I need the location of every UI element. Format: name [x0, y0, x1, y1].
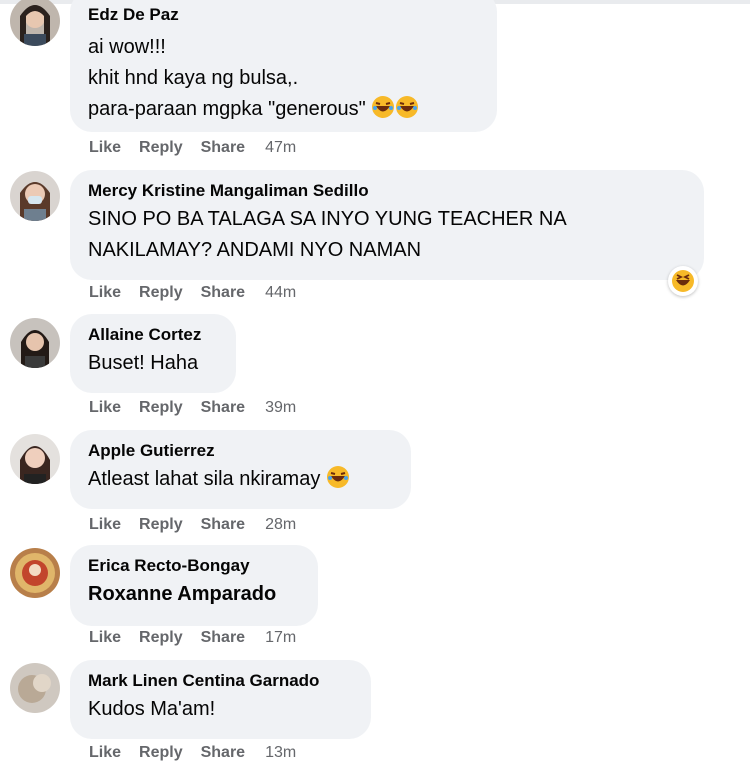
- comment-text-line: Kudos Ma'am!: [88, 698, 216, 720]
- avatar[interactable]: [10, 663, 60, 713]
- comment-bubble: Allaine Cortez Buset! Haha: [70, 314, 236, 393]
- comment-bubble: Mercy Kristine Mangaliman Sedillo SINO P…: [70, 170, 704, 280]
- avatar[interactable]: [10, 171, 60, 221]
- reply-button[interactable]: Reply: [139, 629, 183, 647]
- comment-text-line: Atleast lahat sila nkiramay: [88, 464, 393, 495]
- reply-button[interactable]: Reply: [139, 744, 183, 762]
- avatar[interactable]: [10, 548, 60, 598]
- haha-reaction-icon: [672, 270, 694, 292]
- like-button[interactable]: Like: [89, 284, 121, 302]
- comment-author[interactable]: Apple Gutierrez: [88, 440, 393, 462]
- avatar[interactable]: [10, 434, 60, 484]
- comment-bubble: Apple Gutierrez Atleast lahat sila nkira…: [70, 430, 411, 509]
- laughing-emoji-icon: [372, 96, 395, 118]
- comment-author[interactable]: Erica Recto-Bongay: [88, 555, 300, 577]
- reply-button[interactable]: Reply: [139, 139, 183, 157]
- comment-bubble: Erica Recto-Bongay Roxanne Amparado: [70, 545, 318, 626]
- reply-button[interactable]: Reply: [139, 399, 183, 417]
- share-button[interactable]: Share: [201, 629, 245, 647]
- laughing-emoji-icon: [326, 466, 349, 488]
- comment-timestamp[interactable]: 39m: [265, 399, 296, 417]
- comment-actions: Like Reply Share 28m: [89, 516, 314, 534]
- comment-actions: Like Reply Share 17m: [89, 629, 314, 647]
- haha-reaction-badge[interactable]: [668, 266, 698, 296]
- comment-timestamp[interactable]: 17m: [265, 629, 296, 647]
- comment-text-segment: para-paraan mgpka "generous": [88, 98, 366, 120]
- comment-timestamp[interactable]: 44m: [265, 284, 296, 302]
- like-button[interactable]: Like: [89, 744, 121, 762]
- comment-bubble: Edz De Paz ai wow!!! khit hnd kaya ng bu…: [70, 0, 497, 132]
- comment-author[interactable]: Mark Linen Centina Garnado: [88, 670, 353, 692]
- comment-actions: Like Reply Share 47m: [89, 139, 314, 157]
- reply-button[interactable]: Reply: [139, 284, 183, 302]
- share-button[interactable]: Share: [201, 139, 245, 157]
- avatar[interactable]: [10, 0, 60, 46]
- comment-author[interactable]: Edz De Paz: [88, 4, 479, 26]
- comment-bubble: Mark Linen Centina Garnado Kudos Ma'am!: [70, 660, 371, 739]
- tagged-user-link[interactable]: Roxanne Amparado: [88, 579, 300, 610]
- comment-text-segment: Atleast lahat sila nkiramay: [88, 468, 321, 490]
- comment-text-line: ai wow!!!: [88, 36, 166, 58]
- comment-text-line: SINO PO BA TALAGA SA INYO YUNG TEACHER N…: [88, 208, 567, 230]
- comment-timestamp[interactable]: 28m: [265, 516, 296, 534]
- comment-text-line: khit hnd kaya ng bulsa,.: [88, 67, 299, 89]
- comment-timestamp[interactable]: 13m: [265, 744, 296, 762]
- like-button[interactable]: Like: [89, 139, 121, 157]
- comment-author[interactable]: Allaine Cortez: [88, 324, 218, 346]
- share-button[interactable]: Share: [201, 516, 245, 534]
- share-button[interactable]: Share: [201, 744, 245, 762]
- like-button[interactable]: Like: [89, 629, 121, 647]
- like-button[interactable]: Like: [89, 399, 121, 417]
- laughing-emoji-icon: [396, 96, 419, 118]
- comment-text-line: NAKILAMAY? ANDAMI NYO NAMAN: [88, 239, 422, 261]
- comment-author[interactable]: Mercy Kristine Mangaliman Sedillo: [88, 180, 686, 202]
- comment-text-line: Buset! Haha: [88, 352, 199, 374]
- comment-actions: Like Reply Share 39m: [89, 399, 314, 417]
- like-button[interactable]: Like: [89, 516, 121, 534]
- reply-button[interactable]: Reply: [139, 516, 183, 534]
- share-button[interactable]: Share: [201, 284, 245, 302]
- avatar[interactable]: [10, 318, 60, 368]
- comment-actions: Like Reply Share 13m: [89, 744, 314, 762]
- share-button[interactable]: Share: [201, 399, 245, 417]
- comment-actions: Like Reply Share 44m: [89, 284, 314, 302]
- comment-timestamp[interactable]: 47m: [265, 139, 296, 157]
- comment-text-line: para-paraan mgpka "generous": [88, 94, 479, 125]
